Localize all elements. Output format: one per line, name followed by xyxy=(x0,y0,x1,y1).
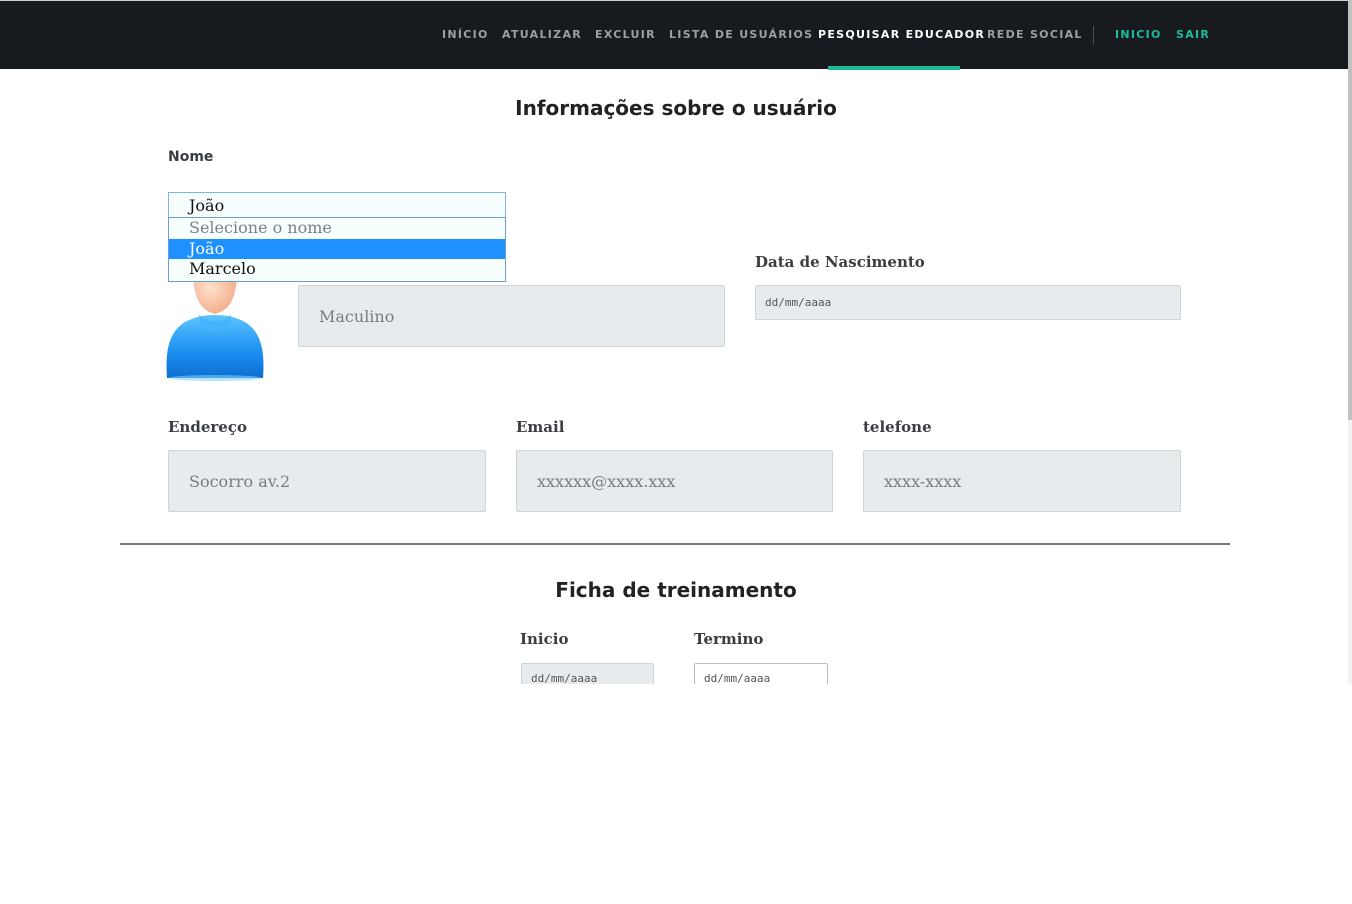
user-info-title: Informações sobre o usuário xyxy=(515,96,837,120)
sexo-field[interactable]: Maculino xyxy=(298,285,725,347)
dropdown-option[interactable]: Marcelo xyxy=(169,259,505,280)
nav-link-inicio[interactable]: INÍCIO xyxy=(442,28,489,41)
active-tab-indicator xyxy=(828,66,960,70)
nome-label: Nome xyxy=(168,149,214,165)
nav-link-sair[interactable]: SAIR xyxy=(1176,28,1210,41)
training-end-label: Termino xyxy=(694,630,764,648)
birth-date-label: Data de Nascimento xyxy=(755,253,925,271)
blank-area xyxy=(0,684,1352,904)
nav-link-lista-usuarios[interactable]: LISTA DE USUÁRIOS xyxy=(669,28,813,41)
address-label: Endereço xyxy=(168,418,247,436)
training-start-label: Inicio xyxy=(520,630,569,648)
nav-link-atualizar[interactable]: ATUALIZAR xyxy=(502,28,582,41)
nome-select[interactable]: João xyxy=(168,192,506,218)
nome-dropdown-list: Selecione o nome João Marcelo xyxy=(168,217,506,282)
email-input[interactable]: xxxxxx@xxxx.xxx xyxy=(516,450,833,512)
top-navbar: INÍCIO ATUALIZAR EXCLUIR LISTA DE USUÁRI… xyxy=(0,0,1352,70)
nav-link-inicio-right[interactable]: INICIO xyxy=(1115,28,1162,41)
nav-link-rede-social[interactable]: REDE SOCIAL xyxy=(987,28,1083,41)
phone-input[interactable]: xxxx-xxxx xyxy=(863,450,1181,512)
training-title: Ficha de treinamento xyxy=(555,578,797,602)
birth-date-input[interactable]: dd/mm/aaaa xyxy=(755,285,1181,320)
address-input[interactable]: Socorro av.2 xyxy=(168,450,486,512)
dropdown-option[interactable]: João xyxy=(169,238,505,259)
nav-link-pesquisar-educador[interactable]: PESQUISAR EDUCADOR xyxy=(818,28,985,41)
nav-divider xyxy=(1093,26,1094,45)
section-divider xyxy=(120,543,1230,545)
scrollbar-thumb[interactable] xyxy=(1348,0,1352,420)
phone-label: telefone xyxy=(863,418,932,436)
email-label: Email xyxy=(516,418,565,436)
nav-link-excluir[interactable]: EXCLUIR xyxy=(595,28,656,41)
user-avatar-icon xyxy=(166,270,264,381)
dropdown-option[interactable]: Selecione o nome xyxy=(169,218,505,239)
